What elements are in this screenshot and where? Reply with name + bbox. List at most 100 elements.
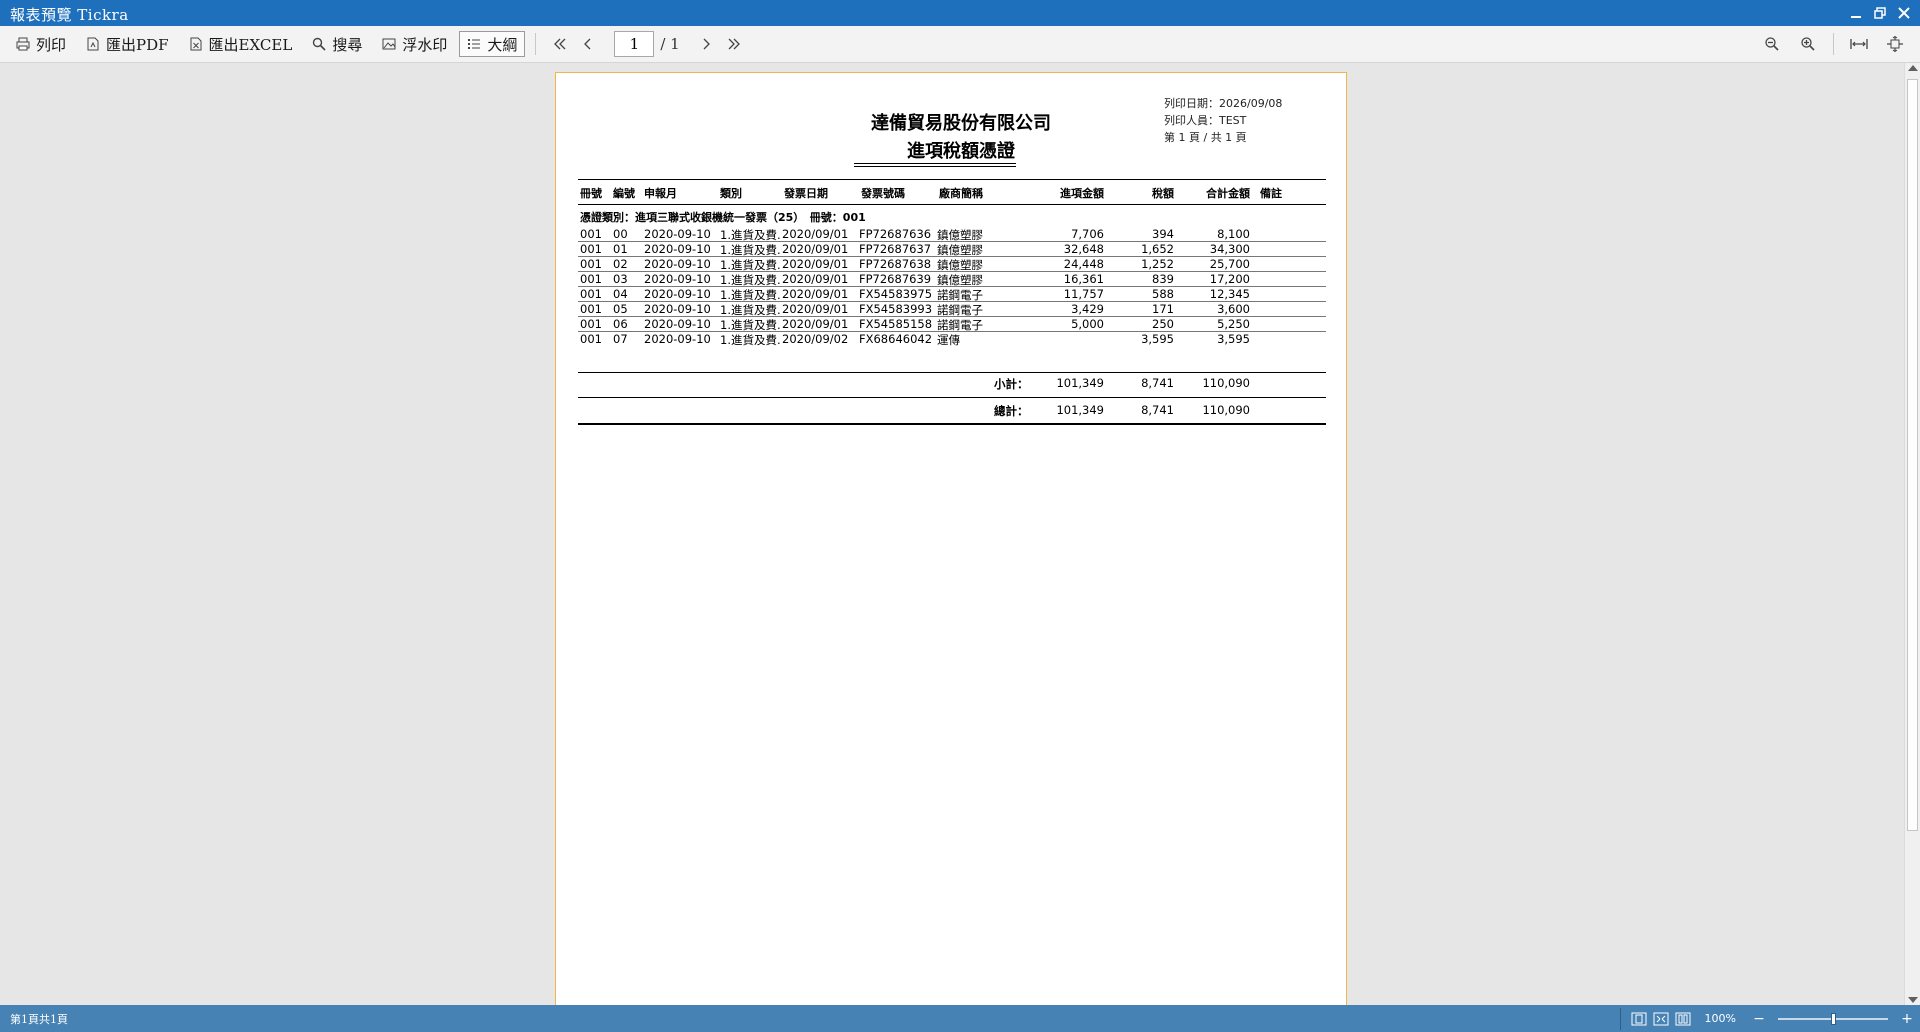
prev-page-button[interactable] [574,31,602,57]
cell-period: 2020-09-10 [644,257,711,271]
restore-icon [1874,7,1886,19]
cell-total: 25,700 [1209,257,1250,271]
total-rule [578,397,1326,398]
toolbar-divider [535,33,537,55]
toolbar-divider-right [1833,33,1834,55]
cell-amount: 16,361 [1063,272,1104,286]
vertical-scrollbar[interactable] [1904,63,1920,1005]
minimize-button[interactable] [1844,0,1868,26]
cell-amount: 11,757 [1063,287,1104,301]
cell-tax: 171 [1152,302,1174,316]
close-icon [1898,7,1910,19]
window-controls [1844,0,1916,26]
col-invoice-no: 發票號碼 [861,187,905,200]
cell-period: 2020-09-10 [644,272,711,286]
cell-tax: 839 [1152,272,1174,286]
outline-button[interactable]: 大綱 [459,31,526,57]
status-bar: 第1頁共1頁 100% − + [0,1005,1920,1032]
cell-tax: 394 [1152,227,1174,241]
cell-total: 12,345 [1209,287,1250,301]
cell-serial: 04 [613,287,628,301]
multi-page-view-button[interactable] [1675,1012,1691,1026]
chevron-right-icon [703,38,710,50]
cell-date: 2020/09/01 [782,302,849,316]
single-page-view-button[interactable] [1631,1012,1647,1026]
cell-amount: 32,648 [1063,242,1104,256]
table-row: 001 07 2020-09-10 1.進貨及費. 2020/09/02 FX686460… [556,332,1346,347]
cell-serial: 00 [613,227,628,241]
fit-width-button[interactable] [1844,31,1874,57]
fit-view-icon [1653,1012,1669,1025]
col-period: 申報月 [644,187,677,200]
zoom-slider[interactable] [1778,1012,1888,1026]
last-page-button[interactable] [720,31,748,57]
restore-button[interactable] [1868,0,1892,26]
zoom-minus-button[interactable]: − [1752,1011,1766,1027]
cell-total: 17,200 [1209,272,1250,286]
col-amount: 進項金額 [1060,187,1104,200]
export-excel-label: 匯出EXCEL [208,35,293,54]
subtotal-tax: 8,741 [1141,376,1174,390]
fit-view-button[interactable] [1653,1012,1669,1026]
first-page-button[interactable] [546,31,574,57]
zoom-out-icon [1765,37,1779,51]
cell-book: 001 [580,257,602,271]
single-page-icon [1631,1012,1647,1025]
cell-vendor: 運傳 [937,333,960,347]
export-excel-button[interactable]: 匯出EXCEL [181,31,301,57]
export-pdf-button[interactable]: 匯出PDF [78,31,177,57]
fit-width-icon [1850,39,1868,49]
close-button[interactable] [1892,0,1916,26]
pdf-file-icon [86,37,100,51]
watermark-label: 浮水印 [402,35,448,54]
col-tax: 稅額 [1152,187,1174,200]
print-button[interactable]: 列印 [8,31,74,57]
page-number-input[interactable]: 1 [614,31,655,57]
cell-invoice: FP72687638 [859,257,932,271]
scroll-up-arrow[interactable] [1908,65,1918,71]
cell-book: 001 [580,287,602,301]
cell-date: 2020/09/01 [782,272,849,286]
search-icon [312,37,326,51]
toolbar: 列印 匯出PDF 匯出EXCEL 搜尋 浮水印 大綱 1 / 1 [0,26,1920,63]
subtotal-label: 小計： [994,377,1029,391]
cell-serial: 03 [613,272,628,286]
cell-amount: 7,706 [1071,227,1104,241]
cell-book: 001 [580,317,602,331]
zoom-plus-button[interactable]: + [1900,1011,1914,1027]
grand-total-tax: 8,741 [1141,403,1174,417]
col-category: 類別 [720,187,742,200]
table-row: 001 04 2020-09-10 1.進貨及費. 2020/09/01 FX545839… [556,287,1346,302]
cell-category: 1.進貨及費. [720,333,781,347]
subtotal-total: 110,090 [1202,376,1250,390]
header-bottom-rule [578,204,1326,205]
cell-serial: 06 [613,317,628,331]
zoom-slider-handle[interactable] [1831,1012,1836,1025]
zoom-control: − + [1752,1011,1914,1027]
report-end-rule [578,423,1326,425]
search-button[interactable]: 搜尋 [304,31,370,57]
cell-serial: 02 [613,257,628,271]
zoom-out-button[interactable] [1757,31,1787,57]
scrollbar-thumb[interactable] [1907,79,1918,831]
table-header: 冊號 編號 申報月 類別 發票日期 發票號碼 廠商簡稱 進項金額 稅額 合計金額… [556,181,1346,200]
fit-page-button[interactable] [1880,31,1910,57]
printer-icon [16,37,30,51]
cell-invoice: FP72687636 [859,227,932,241]
print-date: 列印日期：2026/09/08 [1164,97,1283,110]
grand-total-total: 110,090 [1202,403,1250,417]
zoom-in-button[interactable] [1793,31,1823,57]
cell-tax: 3,595 [1141,332,1174,346]
cell-amount: 3,429 [1071,302,1104,316]
excel-file-icon [189,37,203,51]
table-row: 001 05 2020-09-10 1.進貨及費. 2020/09/01 FX545839… [556,302,1346,317]
page-total: / 1 [660,35,680,53]
watermark-button[interactable]: 浮水印 [374,31,455,57]
next-page-button[interactable] [692,31,720,57]
cell-period: 2020-09-10 [644,302,711,316]
scroll-down-arrow[interactable] [1908,997,1918,1003]
cell-amount: 5,000 [1071,317,1104,331]
cell-invoice: FX54585158 [859,317,933,331]
cell-period: 2020-09-10 [644,242,711,256]
cell-invoice: FP72687637 [859,242,932,256]
